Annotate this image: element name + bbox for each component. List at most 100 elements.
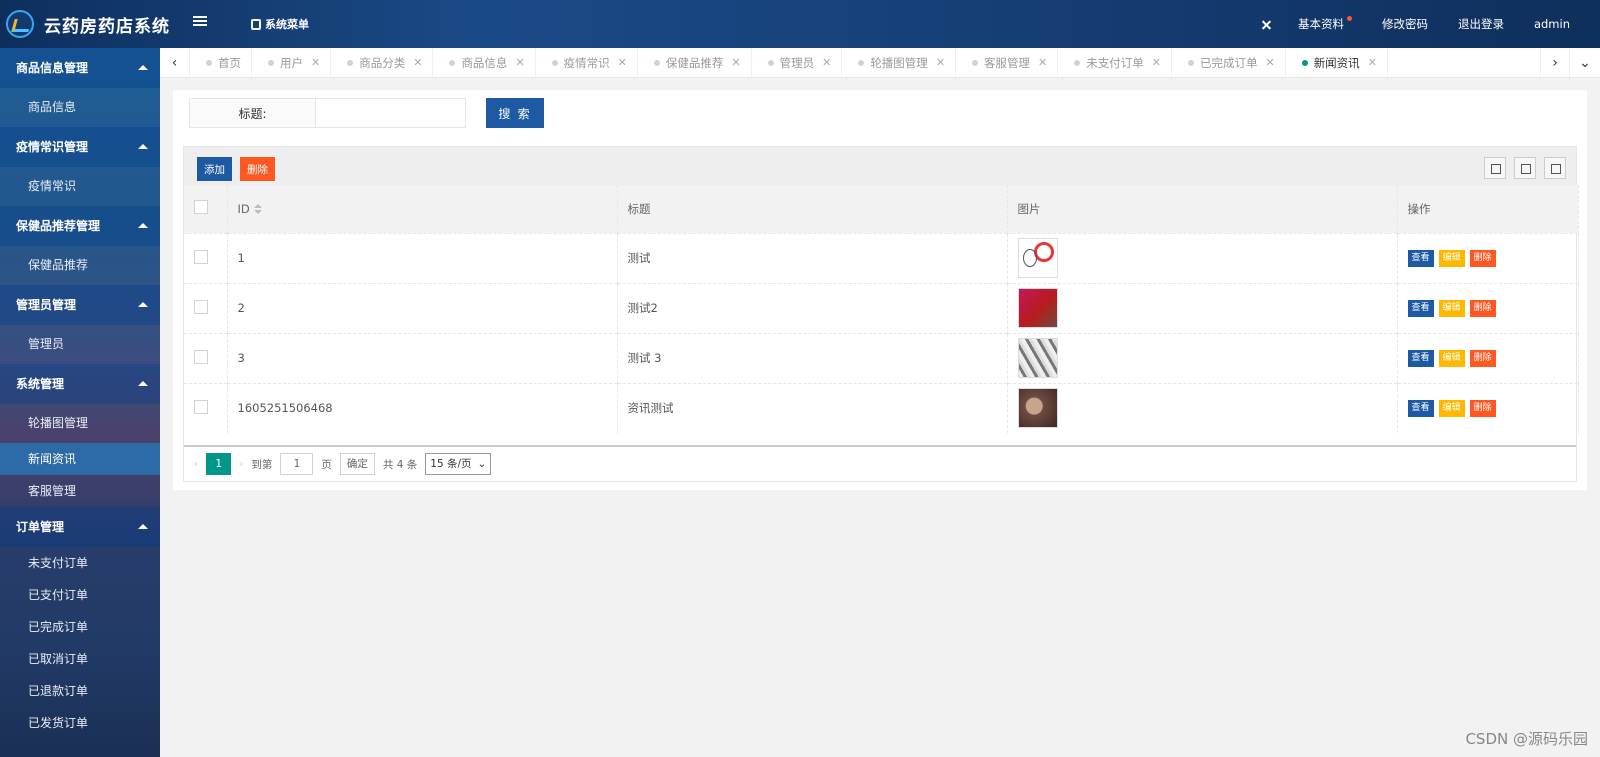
pagination: ‹ 1 › 到第 1 页 确定 共 4 条 15 条/页 ⌄: [184, 445, 1576, 481]
view-button[interactable]: 查看: [1407, 250, 1434, 267]
sidebar-item-order-cancelled[interactable]: 已取消订单: [0, 643, 160, 675]
close-icon[interactable]: ✕: [731, 48, 740, 78]
tab-dot-icon: [972, 60, 979, 66]
tab-admin[interactable]: 管理员 ✕: [752, 48, 843, 78]
sidebar-item-order-paid[interactable]: 已支付订单: [0, 579, 160, 611]
tab-home[interactable]: 首页: [190, 48, 252, 78]
row-delete-button[interactable]: 删除: [1469, 350, 1496, 367]
tab-dot-icon: [858, 60, 865, 66]
sidebar-group-orders[interactable]: 订单管理: [0, 507, 160, 547]
view-button[interactable]: 查看: [1407, 300, 1434, 317]
logout-link[interactable]: 退出登录: [1458, 16, 1504, 32]
sort-icon[interactable]: [253, 204, 262, 215]
close-icon[interactable]: ✕: [311, 48, 320, 78]
close-icon[interactable]: ✕: [515, 48, 524, 78]
chevron-down-icon[interactable]: ⌄: [1570, 48, 1600, 78]
add-button[interactable]: 添加: [197, 157, 232, 181]
row-delete-button[interactable]: 删除: [1469, 400, 1496, 418]
tab-product-info[interactable]: 商品信息 ✕: [433, 48, 536, 78]
close-icon[interactable]: ✕: [1368, 48, 1377, 78]
close-icon[interactable]: ✕: [936, 48, 945, 78]
tab-product-category[interactable]: 商品分类 ✕: [331, 48, 434, 78]
columns-filter-icon[interactable]: [1484, 157, 1506, 179]
sidebar-group-system[interactable]: 系统管理: [0, 364, 160, 404]
edit-button[interactable]: 编辑: [1438, 400, 1465, 418]
tab-carousel[interactable]: 轮播图管理 ✕: [842, 48, 957, 78]
user-name[interactable]: admin: [1534, 17, 1570, 31]
row-checkbox[interactable]: [194, 349, 208, 364]
profile-link[interactable]: 基本资料: [1298, 16, 1352, 32]
tab-dot-icon: [551, 60, 558, 66]
current-page[interactable]: 1: [206, 453, 232, 475]
sidebar-item-carousel[interactable]: 轮播图管理: [0, 404, 160, 443]
sidebar-item-health[interactable]: 保健品推荐: [0, 246, 160, 285]
prev-page-icon[interactable]: ‹: [194, 458, 198, 470]
row-delete-button[interactable]: 删除: [1469, 250, 1496, 267]
row-checkbox[interactable]: [194, 299, 208, 314]
select-all-checkbox[interactable]: [194, 200, 208, 215]
tab-scroll-left-icon[interactable]: ‹: [160, 48, 190, 78]
content-panel: 标题: 搜 索 添加 删除 ID 标题 图片 操作 1 测试 查看 编辑 删除 …: [173, 90, 1587, 490]
edit-button[interactable]: 编辑: [1438, 350, 1465, 367]
close-icon[interactable]: ✕: [1152, 48, 1161, 78]
table-row: 2 测试2 查看 编辑 删除: [184, 282, 1579, 333]
sidebar-group-product[interactable]: 商品信息管理: [0, 48, 160, 88]
tab-dot-icon: [1301, 60, 1308, 66]
menu-toggle-icon[interactable]: [193, 16, 207, 28]
confirm-page-button[interactable]: 确定: [339, 453, 375, 475]
sidebar-item-order-unpaid[interactable]: 未支付订单: [0, 547, 160, 579]
view-button[interactable]: 查看: [1407, 350, 1434, 367]
edit-button[interactable]: 编辑: [1438, 250, 1465, 267]
sidebar-item-order-refunded[interactable]: 已退款订单: [0, 675, 160, 707]
page-number-input[interactable]: 1: [280, 453, 314, 475]
close-icon[interactable]: ✕: [822, 48, 831, 78]
tab-health[interactable]: 保健品推荐 ✕: [638, 48, 752, 78]
notification-dot: [1346, 16, 1352, 21]
title-search-input[interactable]: [316, 98, 466, 128]
change-password-link[interactable]: 修改密码: [1382, 16, 1428, 32]
tab-epidemic[interactable]: 疫情常识 ✕: [536, 48, 638, 78]
sidebar-item-admin[interactable]: 管理员: [0, 325, 160, 364]
sidebar-group-admin[interactable]: 管理员管理: [0, 285, 160, 325]
export-icon[interactable]: [1514, 157, 1536, 179]
search-button[interactable]: 搜 索: [486, 98, 544, 128]
tab-scroll-right-icon[interactable]: ›: [1540, 48, 1570, 78]
close-icon[interactable]: ✕: [1265, 48, 1274, 78]
tab-news[interactable]: 新闻资讯 ✕: [1286, 48, 1388, 78]
tab-dot-icon: [449, 60, 456, 66]
tab-dot-icon: [1074, 60, 1081, 66]
row-delete-button[interactable]: 删除: [1469, 300, 1496, 317]
sidebar-item-news[interactable]: 新闻资讯: [0, 443, 160, 475]
sidebar-item-product-info[interactable]: 商品信息: [0, 88, 160, 127]
tab-service[interactable]: 客服管理 ✕: [956, 48, 1059, 78]
print-icon[interactable]: [1544, 157, 1566, 179]
table-header-row: ID 标题 图片 操作: [184, 185, 1579, 233]
sidebar-item-order-done[interactable]: 已完成订单: [0, 611, 160, 643]
system-menu-button[interactable]: 系统菜单: [251, 16, 309, 32]
row-checkbox[interactable]: [194, 249, 208, 264]
page-unit-label: 页: [321, 458, 332, 471]
tab-completed[interactable]: 已完成订单 ✕: [1172, 48, 1286, 78]
page-size-select[interactable]: 15 条/页 ⌄: [425, 453, 492, 475]
tab-users[interactable]: 用户 ✕: [252, 48, 332, 78]
delete-button[interactable]: 删除: [240, 157, 275, 181]
close-icon[interactable]: ✕: [618, 48, 627, 78]
edit-button[interactable]: 编辑: [1438, 300, 1465, 317]
select-all-cell: [184, 185, 228, 233]
sidebar-item-epidemic[interactable]: 疫情常识: [0, 167, 160, 206]
sidebar-group-epidemic[interactable]: 疫情常识管理: [0, 127, 160, 167]
close-icon[interactable]: ✕: [1038, 48, 1047, 78]
row-checkbox[interactable]: [194, 399, 208, 414]
sidebar-item-order-shipped[interactable]: 已发货订单: [0, 707, 160, 739]
fullscreen-icon[interactable]: [1261, 19, 1272, 30]
tab-dot-icon: [767, 60, 774, 66]
view-button[interactable]: 查看: [1407, 400, 1434, 418]
tab-bar: ‹ 首页 用户 ✕ 商品分类 ✕ 商品信息 ✕ 疫情常识 ✕ 保健品推荐 ✕ 管理员 ✕ 轮…: [160, 48, 1600, 78]
next-page-icon[interactable]: ›: [239, 458, 243, 470]
sidebar-group-health[interactable]: 保健品推荐管理: [0, 206, 160, 246]
column-header-id[interactable]: ID: [227, 185, 618, 233]
table-toolbar: 添加 删除: [184, 147, 1576, 185]
sidebar-item-service[interactable]: 客服管理: [0, 475, 160, 507]
tab-unpaid[interactable]: 未支付订单 ✕: [1058, 48, 1172, 78]
close-icon[interactable]: ✕: [413, 48, 422, 78]
